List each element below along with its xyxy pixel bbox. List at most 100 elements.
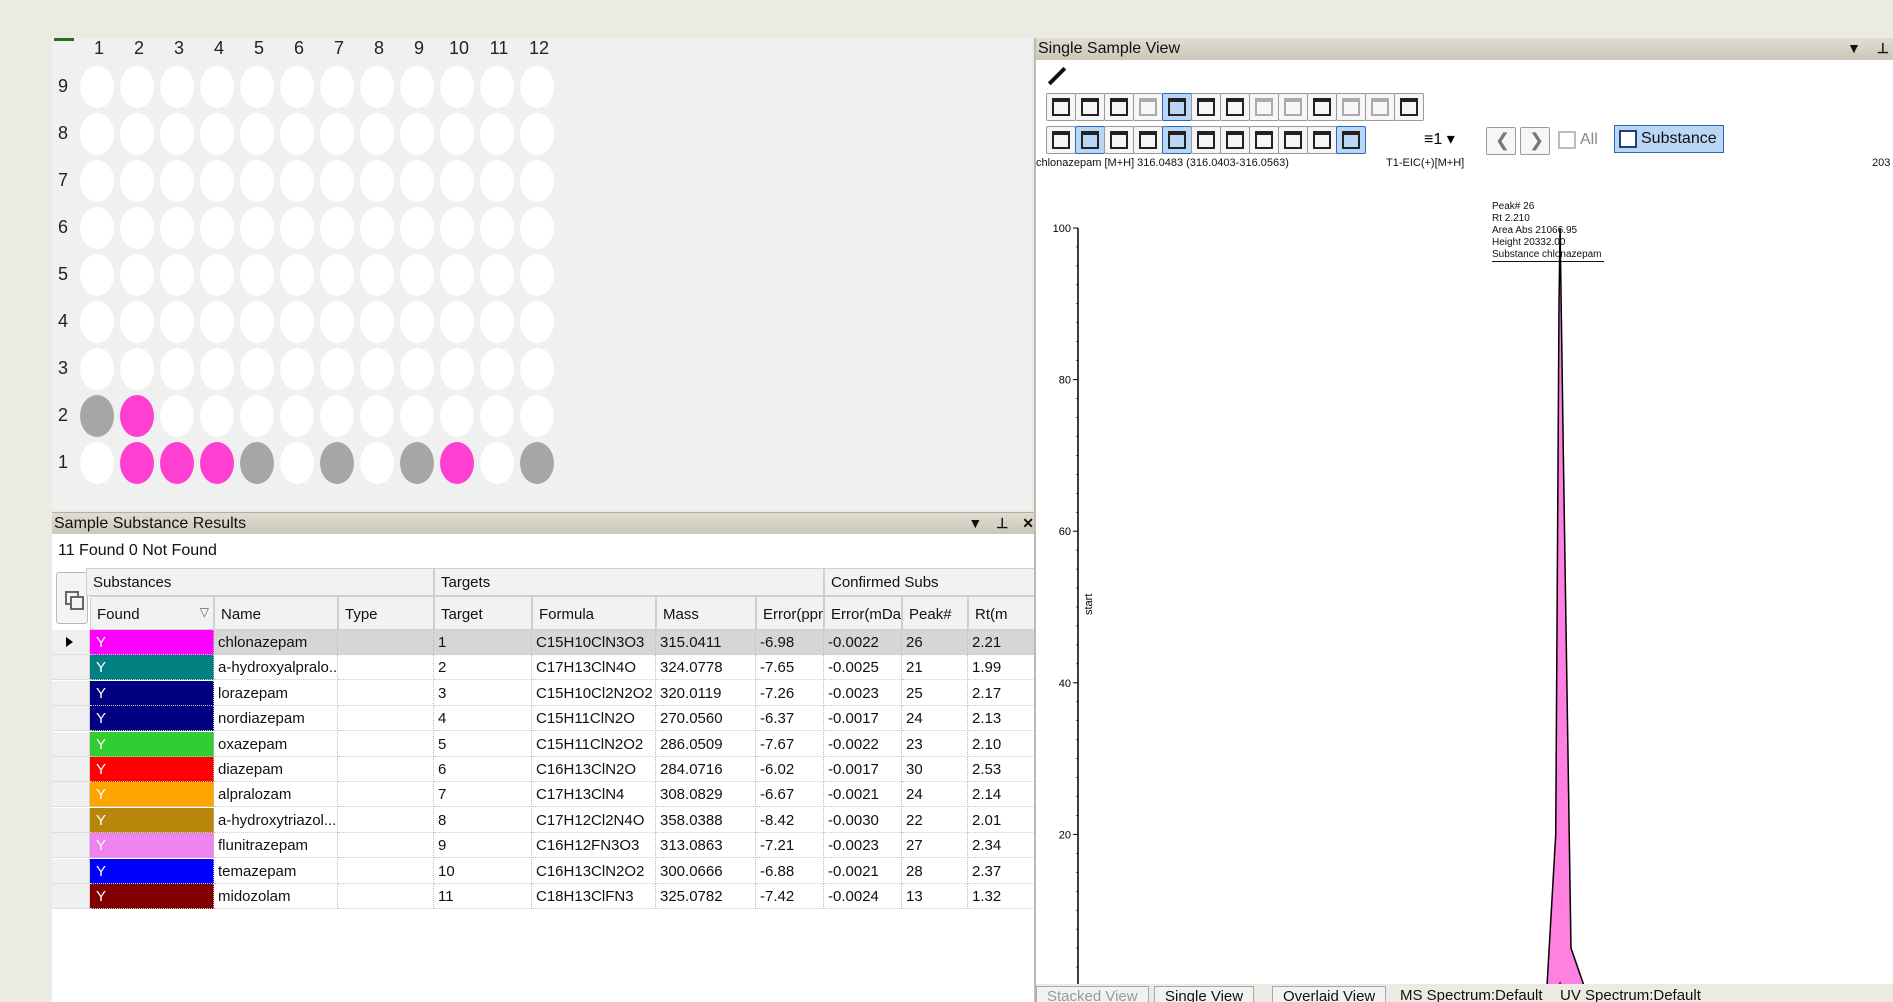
plate-well[interactable] — [320, 160, 354, 202]
plate-well[interactable] — [160, 113, 194, 155]
plate-well[interactable] — [480, 348, 514, 390]
row-selector[interactable] — [52, 884, 90, 909]
plate-well[interactable] — [280, 301, 314, 343]
plate-well[interactable] — [360, 160, 394, 202]
table-row[interactable]: Ya-hydroxyalpralo... 2 C17H13ClN4O 324.0778… — [52, 655, 1038, 681]
plate-well[interactable] — [280, 66, 314, 108]
plate-well[interactable] — [160, 207, 194, 249]
table-row[interactable]: Yflunitrazepam 9 C16H12FN3O3 313.0863 -7.21-… — [52, 833, 1038, 859]
centroid-icon[interactable] — [1191, 93, 1221, 121]
wave-icon[interactable] — [1394, 93, 1424, 121]
bar-chart-dropdown-icon[interactable] — [1104, 93, 1134, 121]
plate-well[interactable] — [120, 301, 154, 343]
column-header[interactable]: Type — [338, 596, 434, 630]
plate-well[interactable] — [360, 348, 394, 390]
peak-fit-icon[interactable] — [1075, 126, 1105, 154]
plate-well[interactable] — [520, 395, 554, 437]
dropdown-icon[interactable]: ▼ — [1847, 40, 1861, 56]
table-row[interactable]: Ynordiazepam 4 C15H11ClN2O 270.0560 -6.37 -0.… — [52, 706, 1038, 732]
row-selector[interactable] — [52, 782, 90, 808]
dots-bars-icon[interactable] — [1336, 93, 1366, 121]
column-header[interactable]: Found ▽ — [90, 596, 214, 630]
table-row[interactable]: Ytemazepam 10 C16H13ClN2O2 300.0666 -6.88 -0.… — [52, 858, 1038, 884]
plate-well[interactable] — [200, 254, 234, 296]
plate-well[interactable] — [520, 160, 554, 202]
plate-well[interactable] — [320, 254, 354, 296]
refresh-icon[interactable] — [1104, 126, 1134, 154]
plate-well[interactable] — [200, 160, 234, 202]
plate-well[interactable] — [80, 160, 114, 202]
tab-ms-spectrum-default[interactable]: MS Spectrum:Default — [1390, 986, 1553, 1002]
stacked-bars-icon[interactable] — [1133, 93, 1163, 121]
table-row[interactable]: Ydiazepam 6 C16H13ClN2O 284.0716 -6.02 -0.001… — [52, 757, 1038, 782]
plate-well[interactable] — [360, 442, 394, 484]
pin-icon[interactable]: ⊥ — [1877, 40, 1889, 56]
plate-well[interactable] — [320, 207, 354, 249]
plate-well[interactable] — [280, 442, 314, 484]
plate-well[interactable] — [400, 442, 434, 484]
chromatogram-chart[interactable]: 2040608010000.20.40.60.811.21.41.61.822.… — [1036, 178, 1893, 1002]
plate-well[interactable] — [520, 113, 554, 155]
plate-well[interactable] — [240, 254, 274, 296]
plate-well[interactable] — [240, 66, 274, 108]
plate-well[interactable] — [400, 113, 434, 155]
plate-well[interactable] — [480, 160, 514, 202]
plate-well[interactable] — [440, 113, 474, 155]
plate-well[interactable] — [200, 348, 234, 390]
zoom-icon[interactable] — [1046, 93, 1076, 121]
plate-well[interactable] — [320, 348, 354, 390]
plate-well[interactable] — [120, 254, 154, 296]
table-row[interactable]: Ychlonazepam 1 C15H10ClN3O3 315.0411 -6.98 -0… — [52, 630, 1038, 655]
plate-well[interactable] — [80, 66, 114, 108]
row-selector[interactable] — [52, 858, 90, 884]
plate-well[interactable] — [120, 207, 154, 249]
plate-well[interactable] — [80, 207, 114, 249]
plate-well[interactable] — [160, 442, 194, 484]
plate-well[interactable] — [440, 66, 474, 108]
plate-well[interactable] — [80, 113, 114, 155]
filter-icon[interactable]: ▽ — [200, 605, 209, 619]
baseline-icon[interactable] — [1191, 126, 1221, 154]
plate-well[interactable] — [440, 301, 474, 343]
plate-well[interactable] — [240, 442, 274, 484]
plate-well[interactable] — [320, 442, 354, 484]
plate-well[interactable] — [240, 207, 274, 249]
row-selector[interactable] — [52, 757, 90, 782]
table-row[interactable]: Yoxazepam 5 C15H11ClN2O2 286.0509 -7.67 -0.00… — [52, 731, 1038, 757]
plate-well[interactable] — [160, 66, 194, 108]
plate-well[interactable] — [520, 254, 554, 296]
integrate-icon[interactable] — [1220, 126, 1250, 154]
plate-well[interactable] — [120, 160, 154, 202]
column-header[interactable]: Name — [214, 596, 338, 630]
plate-well[interactable] — [280, 348, 314, 390]
table-row[interactable]: Ylorazepam 3 C15H10Cl2N2O2 320.0119 -7.26 -0.… — [52, 680, 1038, 706]
dots-icon[interactable] — [1307, 93, 1337, 121]
plate-well[interactable] — [240, 348, 274, 390]
plate-well[interactable] — [280, 254, 314, 296]
plate-well[interactable] — [480, 301, 514, 343]
plate-well[interactable] — [80, 254, 114, 296]
plate-well[interactable] — [200, 113, 234, 155]
plate-well[interactable] — [400, 348, 434, 390]
close-icon[interactable]: ✕ — [1022, 515, 1034, 531]
tab-uv-spectrum-default[interactable]: UV Spectrum:Default — [1550, 986, 1711, 1002]
column-chooser-button[interactable] — [56, 572, 88, 624]
peak-triangle-icon[interactable] — [1249, 126, 1279, 154]
column-header[interactable]: Mass — [656, 596, 756, 630]
plate-well[interactable] — [360, 207, 394, 249]
row-selector[interactable] — [52, 680, 90, 706]
bars-icon[interactable] — [1162, 93, 1192, 121]
plate-well[interactable] — [240, 301, 274, 343]
plate-well[interactable] — [200, 395, 234, 437]
tab-overlaid-view[interactable]: Overlaid View — [1272, 986, 1387, 1002]
column-header[interactable]: Target — [434, 596, 532, 630]
plate-well[interactable] — [360, 395, 394, 437]
plate-well[interactable] — [120, 395, 154, 437]
plate-well[interactable] — [360, 66, 394, 108]
column-header[interactable]: Formula — [532, 596, 656, 630]
plate-well[interactable] — [240, 113, 274, 155]
row-selector[interactable] — [52, 731, 90, 757]
plate-well[interactable] — [400, 160, 434, 202]
plate-well[interactable] — [120, 442, 154, 484]
uv-icon[interactable] — [1278, 93, 1308, 121]
